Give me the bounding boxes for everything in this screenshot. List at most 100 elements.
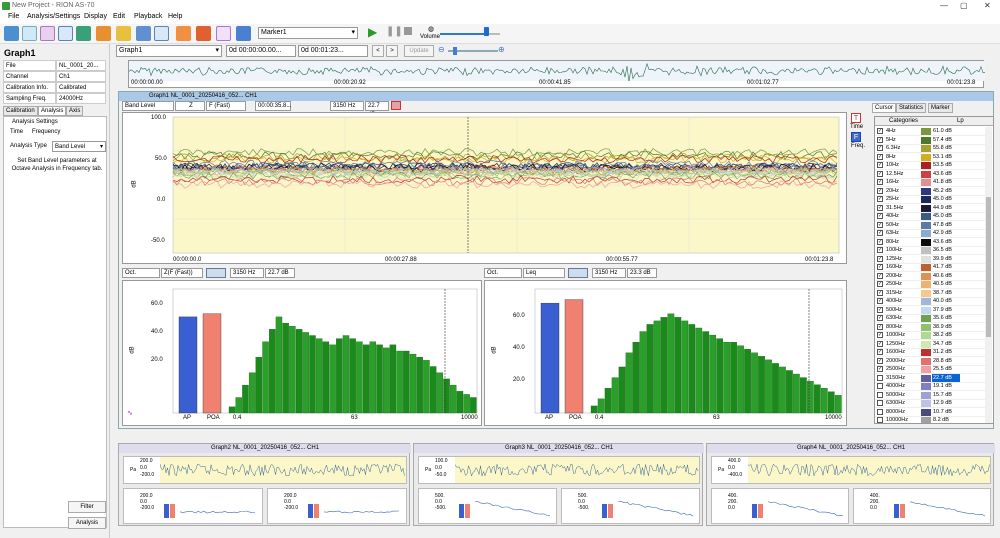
open-icon[interactable] [4,26,19,41]
category-color-swatch[interactable] [921,128,931,135]
category-color-swatch[interactable] [921,383,931,390]
menu-file[interactable]: File [8,13,19,20]
categories-scrollbar[interactable] [985,127,992,423]
category-color-swatch[interactable] [921,136,931,144]
category-checkbox[interactable]: ✓ [877,238,883,245]
tab-marker[interactable]: Marker [928,103,953,113]
graph4-spectrum-1[interactable]: 400. 200. 0.0 [711,488,849,524]
multi-waveform-icon[interactable] [40,26,55,41]
spectrum1-plot[interactable]: 60.0 40.0 20.0 dB AP POA 0.4 63 10000 ∿ [122,280,482,426]
close-icon[interactable]: ✕ [984,0,991,12]
spectrum-settings-icon[interactable]: ∿ [127,409,133,417]
category-color-swatch[interactable] [921,153,931,161]
pause-icon[interactable]: ❚❚ [386,26,403,37]
category-color-swatch[interactable] [921,340,931,348]
category-checkbox[interactable]: ✓ [877,196,883,202]
band-icon[interactable] [136,26,151,41]
category-checkbox[interactable]: ✓ [877,145,883,151]
overview-waveform[interactable]: 00:00:00.00 00:00:20.92 00:00:41.85 00:0… [128,60,985,88]
spectrogram-icon[interactable] [76,26,91,41]
category-color-swatch[interactable] [921,315,931,322]
analysis-type-select[interactable]: Band Level ▾ [52,141,106,152]
category-checkbox[interactable]: ✓ [877,298,883,304]
category-color-swatch[interactable] [921,238,931,246]
category-color-swatch[interactable] [921,281,931,288]
end-time-field[interactable]: 0d 00:01:23... [298,45,368,57]
category-checkbox[interactable]: ✓ [877,255,883,262]
category-checkbox[interactable]: ✓ [877,204,883,211]
category-checkbox[interactable] [877,391,883,398]
spectrum2-plot[interactable]: 60.0 40.0 20.0 dB AP POA 0.4 63 10000 [484,280,847,426]
category-checkbox[interactable]: ✓ [877,179,883,185]
category-color-swatch[interactable] [921,391,931,399]
category-checkbox[interactable]: ✓ [877,306,883,313]
category-checkbox[interactable]: ✓ [877,340,883,347]
category-color-swatch[interactable] [921,349,931,356]
category-color-swatch[interactable] [921,272,931,280]
category-color-swatch[interactable] [921,247,931,254]
category-checkbox[interactable]: ✓ [877,315,883,321]
tab-statistics[interactable]: Statistics [896,103,927,113]
category-checkbox[interactable]: ✓ [877,187,883,194]
category-color-swatch[interactable] [921,221,931,229]
category-color-swatch[interactable] [921,187,931,195]
graph2-spectrum-1[interactable]: 200.0 0.0 -200.0 [123,488,263,524]
stop-icon[interactable] [404,27,412,35]
zoom-thumb[interactable] [453,47,457,55]
export-icon[interactable] [96,26,111,41]
graph4-spectrum-2[interactable]: 400. 200. 0.0 [853,488,991,524]
category-color-swatch[interactable] [921,170,931,178]
graph3-spectrum-2[interactable]: 500. 0.0 -500. [561,488,700,524]
category-checkbox[interactable]: ✓ [877,153,883,160]
play-icon[interactable]: ▶ [368,25,377,39]
category-checkbox[interactable]: ✓ [877,230,883,236]
time-axis-icon[interactable]: T [851,113,861,123]
graph3-spectrum-1[interactable]: 500. 0.0 -500. [418,488,557,524]
prev-button[interactable]: < [372,45,384,57]
category-checkbox[interactable] [877,417,883,423]
marker-tool-icon[interactable] [116,26,131,41]
category-checkbox[interactable]: ✓ [877,349,883,355]
level-icon[interactable] [154,26,169,41]
category-color-swatch[interactable] [921,323,931,331]
category-color-swatch[interactable] [921,162,931,169]
category-color-swatch[interactable] [921,417,931,423]
category-color-swatch[interactable] [921,408,931,416]
spec1-link-icon[interactable] [206,268,226,278]
category-checkbox[interactable]: ✓ [877,264,883,270]
zoom-slider[interactable]: ⊖ ⊕ [438,45,508,57]
subtab-frequency[interactable]: Frequency [32,129,60,135]
category-checkbox[interactable]: ✓ [877,323,883,330]
category-checkbox[interactable]: ✓ [877,221,883,228]
import-icon[interactable] [176,26,191,41]
category-checkbox[interactable] [877,374,883,381]
compare-icon[interactable] [216,26,231,41]
graph-select[interactable]: Graph1 ▾ [116,45,222,57]
category-color-swatch[interactable] [921,196,931,203]
graph3-waveform[interactable]: 100.0 0.0 -50.0 Pa [418,456,700,484]
next-button[interactable]: > [386,45,398,57]
menu-edit[interactable]: Edit [113,13,125,20]
category-color-swatch[interactable] [921,298,931,305]
category-row-10000Hz[interactable]: 10000Hz 8.2 dB [875,416,985,423]
maximize-icon[interactable]: ▢ [960,0,968,12]
tab-calibration[interactable]: Calibration [3,106,38,116]
category-color-swatch[interactable] [921,230,931,237]
waveform-icon[interactable] [22,26,37,41]
tab-cursor[interactable]: Cursor [872,103,897,113]
category-color-swatch[interactable] [921,145,931,152]
graph4-waveform[interactable]: 400.0 0.0 -400.0 Pa [711,456,991,484]
category-color-swatch[interactable] [921,374,931,382]
category-checkbox[interactable]: ✓ [877,357,883,364]
category-color-swatch[interactable] [921,213,931,220]
category-checkbox[interactable]: ✓ [877,162,883,168]
category-checkbox[interactable]: ✓ [877,128,883,134]
category-color-swatch[interactable] [921,255,931,263]
zoom-in-icon[interactable]: ⊕ [498,45,505,54]
category-checkbox[interactable] [877,400,883,406]
start-time-field[interactable]: 0d 00:00:00.00... [226,45,296,57]
freq-axis-icon[interactable]: F [851,132,861,142]
category-checkbox[interactable]: ✓ [877,281,883,287]
spec2-link-icon[interactable] [568,268,588,278]
menu-help[interactable]: Help [168,13,182,20]
